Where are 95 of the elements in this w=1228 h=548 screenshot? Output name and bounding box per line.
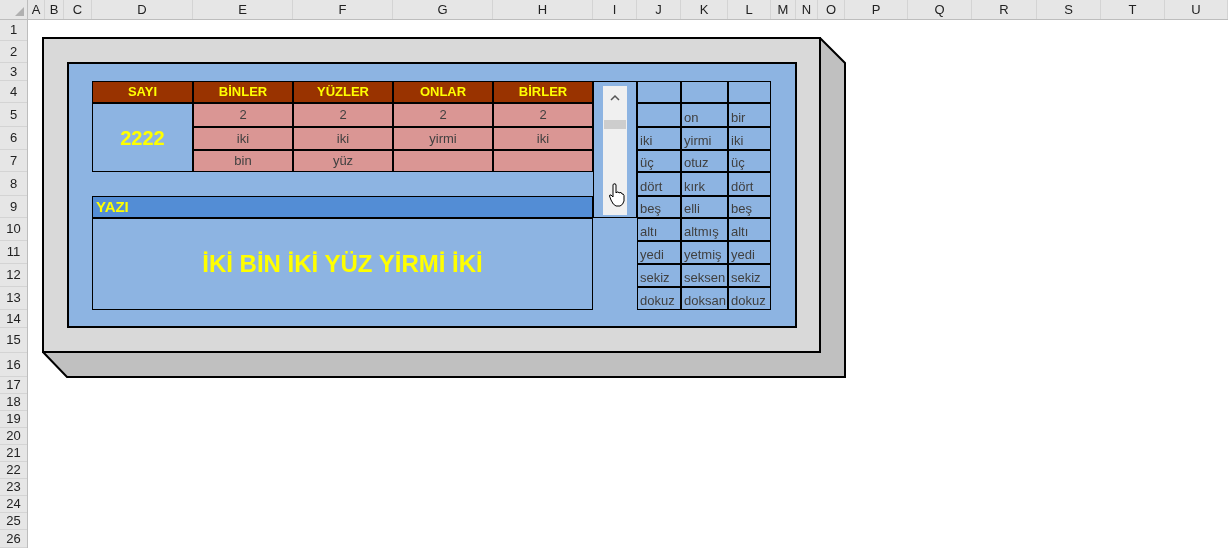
- column-header[interactable]: U: [1165, 0, 1228, 19]
- column-header[interactable]: B: [45, 0, 64, 19]
- label-cell: YAZI: [92, 196, 593, 218]
- table-header: BİRLER: [493, 81, 593, 103]
- word-cell: iki: [728, 127, 771, 150]
- row-header[interactable]: 6: [0, 127, 27, 150]
- row-header[interactable]: 23: [0, 479, 27, 496]
- row-header[interactable]: 12: [0, 264, 27, 287]
- row-header[interactable]: 5: [0, 103, 27, 127]
- column-header[interactable]: N: [796, 0, 818, 19]
- row-header[interactable]: 11: [0, 241, 27, 264]
- scrollbar-thumb[interactable]: [604, 120, 626, 129]
- table-cell: 2: [193, 103, 293, 127]
- row-header[interactable]: 14: [0, 310, 27, 328]
- word-cell: üç: [637, 150, 681, 172]
- word-cell: üç: [728, 150, 771, 172]
- column-header[interactable]: G: [393, 0, 493, 19]
- word-cell: bir: [728, 103, 771, 127]
- row-header[interactable]: 17: [0, 377, 27, 394]
- column-header[interactable]: J: [637, 0, 681, 19]
- row-header[interactable]: 4: [0, 81, 27, 103]
- row-header[interactable]: 24: [0, 496, 27, 513]
- table-header: ONLAR: [393, 81, 493, 103]
- word-cell: yirmi: [681, 127, 728, 150]
- row-header[interactable]: 19: [0, 411, 27, 428]
- chevron-up-icon[interactable]: [610, 94, 620, 101]
- table-header: SAYI: [92, 81, 193, 103]
- word-cell: elli: [681, 196, 728, 218]
- row-header[interactable]: 26: [0, 530, 27, 548]
- column-header[interactable]: F: [293, 0, 393, 19]
- word-cell: iki: [637, 127, 681, 150]
- column-header[interactable]: M: [771, 0, 796, 19]
- column-header[interactable]: T: [1101, 0, 1165, 19]
- row-header[interactable]: 21: [0, 445, 27, 462]
- column-header[interactable]: C: [64, 0, 92, 19]
- word-cell: on: [681, 103, 728, 127]
- table-header: BİNLER: [193, 81, 293, 103]
- column-header[interactable]: Q: [908, 0, 972, 19]
- column-header[interactable]: L: [728, 0, 771, 19]
- column-header[interactable]: K: [681, 0, 728, 19]
- word-cell: beş: [728, 196, 771, 218]
- word-cell: dokuz: [728, 287, 771, 310]
- word-cell: seksen: [681, 264, 728, 287]
- scrollbar[interactable]: [603, 86, 627, 215]
- row-header[interactable]: 22: [0, 462, 27, 479]
- word-cell: yedi: [637, 241, 681, 264]
- hand-cursor-icon: [609, 183, 625, 207]
- result-cell: İKİ BİN İKİ YÜZ YİRMİ İKİ: [92, 218, 593, 310]
- column-header[interactable]: H: [493, 0, 593, 19]
- table-header: YÜZLER: [293, 81, 393, 103]
- column-header[interactable]: S: [1037, 0, 1101, 19]
- table-cell: yüz: [293, 150, 393, 172]
- table-cell: bin: [193, 150, 293, 172]
- word-cell: sekiz: [637, 264, 681, 287]
- table-cell: yirmi: [393, 127, 493, 150]
- table-cell: 2: [293, 103, 393, 127]
- word-cell: doksan: [681, 287, 728, 310]
- column-header[interactable]: P: [845, 0, 908, 19]
- word-cell: altı: [728, 218, 771, 241]
- word-cell: dört: [728, 172, 771, 196]
- row-header[interactable]: 9: [0, 196, 27, 218]
- word-cell: dokuz: [637, 287, 681, 310]
- row-header[interactable]: 8: [0, 172, 27, 196]
- row-header[interactable]: 7: [0, 150, 27, 172]
- column-header[interactable]: A: [28, 0, 45, 19]
- table-cell: 2: [393, 103, 493, 127]
- row-header[interactable]: 25: [0, 513, 27, 530]
- word-cell: altı: [637, 218, 681, 241]
- column-header[interactable]: D: [92, 0, 193, 19]
- table-cell: iki: [293, 127, 393, 150]
- word-cell: dört: [637, 172, 681, 196]
- word-cell: kırk: [681, 172, 728, 196]
- row-header[interactable]: 15: [0, 328, 27, 353]
- column-header[interactable]: R: [972, 0, 1037, 19]
- row-header[interactable]: 18: [0, 394, 27, 411]
- row-header[interactable]: 3: [0, 63, 27, 81]
- word-cell: otuz: [681, 150, 728, 172]
- word-cell: sekiz: [728, 264, 771, 287]
- row-header[interactable]: 16: [0, 353, 27, 377]
- word-cell: altmış: [681, 218, 728, 241]
- table-cell: 2: [493, 103, 593, 127]
- column-header[interactable]: O: [818, 0, 845, 19]
- column-header[interactable]: E: [193, 0, 293, 19]
- table-cell: iki: [193, 127, 293, 150]
- number-cell: 2222: [92, 103, 193, 172]
- row-header[interactable]: 1: [0, 20, 27, 41]
- word-cell: yedi: [728, 241, 771, 264]
- column-header[interactable]: I: [593, 0, 637, 19]
- row-header[interactable]: 2: [0, 41, 27, 63]
- word-cell: yetmiş: [681, 241, 728, 264]
- row-header[interactable]: 10: [0, 218, 27, 241]
- word-cell: beş: [637, 196, 681, 218]
- row-header[interactable]: 20: [0, 428, 27, 445]
- row-header[interactable]: 13: [0, 287, 27, 310]
- table-cell: iki: [493, 127, 593, 150]
